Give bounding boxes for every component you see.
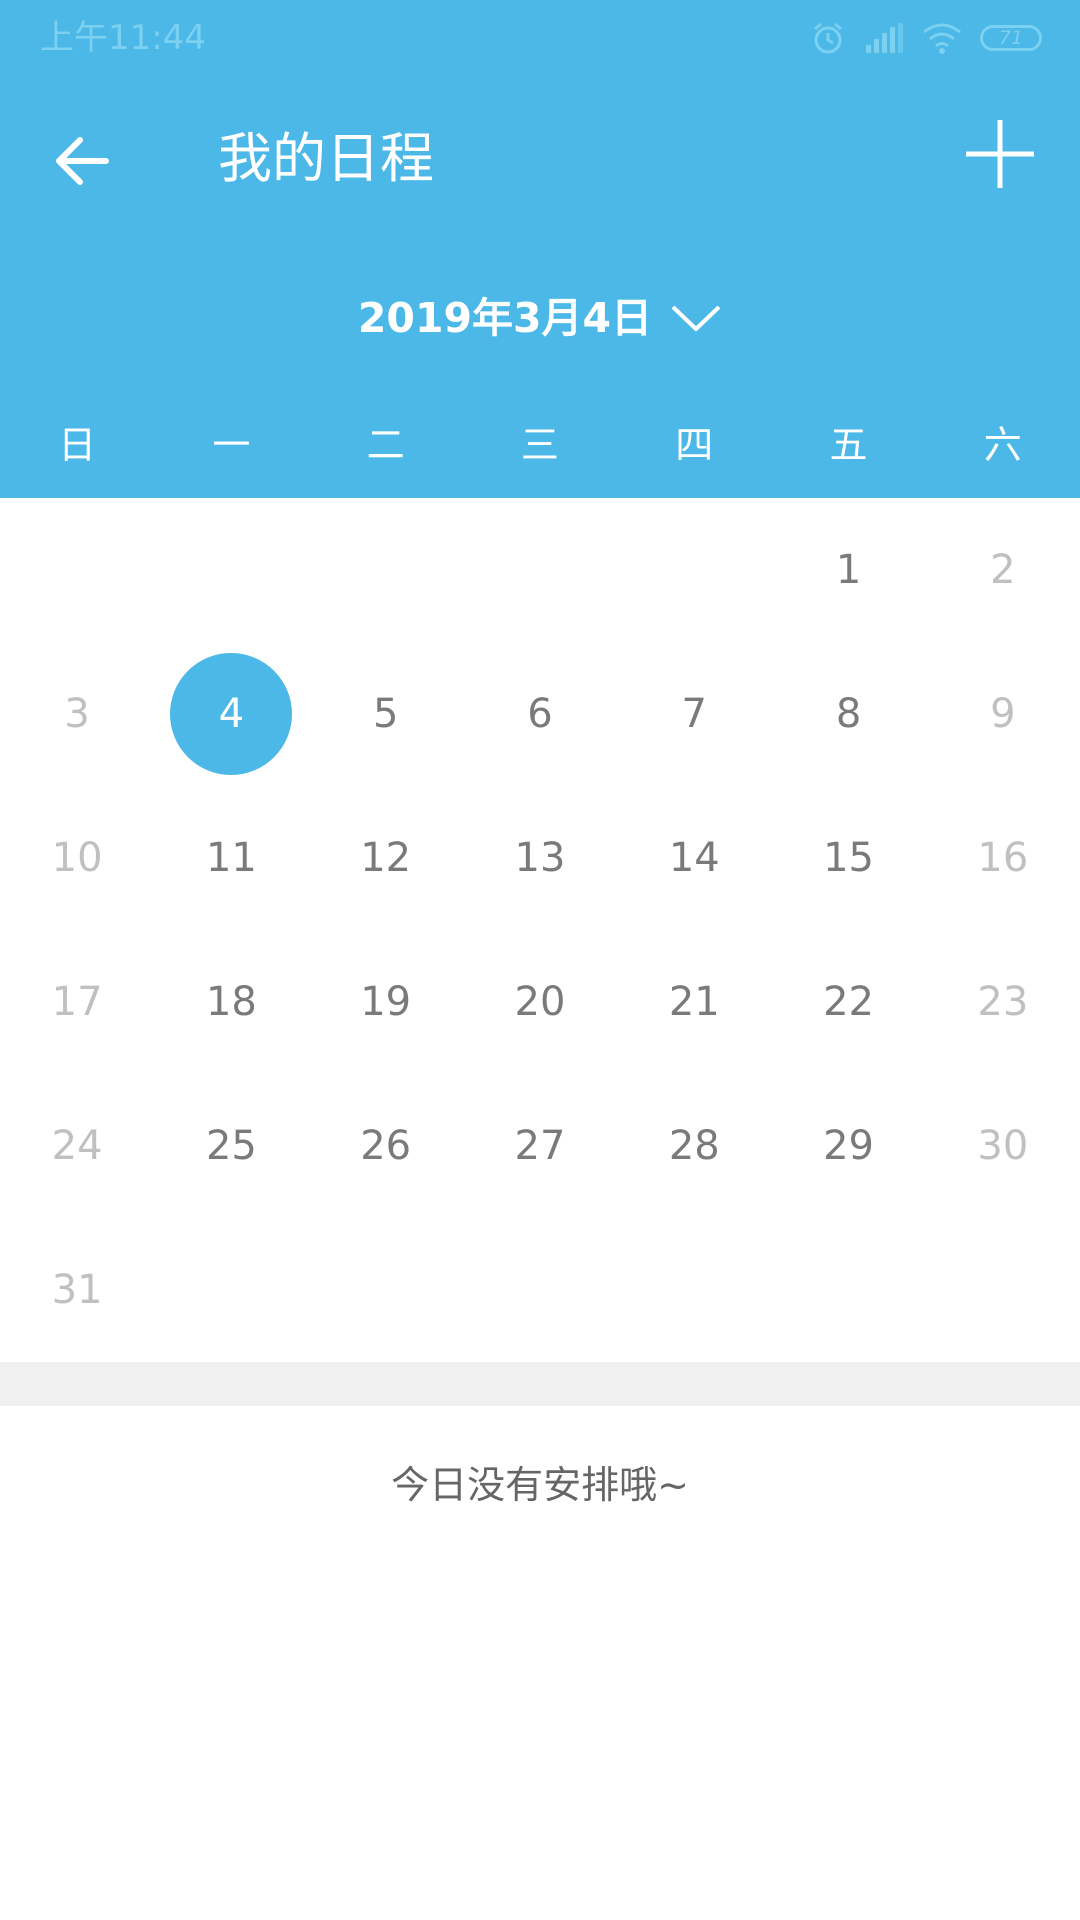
weekday-wed: 三 [520,423,559,467]
signal-icon [864,23,904,53]
calendar-day-number: 20 [514,979,566,1025]
calendar-day[interactable]: 29 [771,1074,925,1218]
calendar-day[interactable]: 23 [926,930,1080,1074]
weekday-sun: 日 [58,423,97,467]
arrow-left-icon [56,137,109,185]
calendar-day[interactable]: 19 [309,930,463,1074]
weekday-mon: 一 [212,423,251,467]
calendar-day-number: 9 [990,691,1016,737]
calendar-day[interactable]: 21 [617,930,771,1074]
calendar-day-number: 19 [360,979,412,1025]
calendar-day-number: 14 [668,835,720,881]
status-time: 上午11:44 [40,18,206,58]
calendar-day-number: 17 [51,979,103,1025]
calendar-day[interactable]: 24 [0,1074,154,1218]
calendar-day[interactable]: 17 [0,930,154,1074]
selected-date-label: 2019年3月4日 [357,294,653,342]
calendar-day[interactable]: 13 [463,786,617,930]
calendar-day-number: 11 [205,835,257,881]
weekday-sat: 六 [983,423,1022,467]
calendar-day[interactable]: 3 [0,642,154,786]
calendar-day[interactable]: 12 [309,786,463,930]
calendar-day[interactable]: 18 [154,930,308,1074]
plus-icon [966,120,1034,188]
schedule-screen: 上午11:44 71 我的日程 2019年3月4日 日 一 二 三 四 五 六 … [0,0,1080,1920]
calendar-day-number: 2 [990,547,1016,593]
add-schedule-button[interactable] [962,116,1038,192]
calendar-day[interactable]: 8 [771,642,925,786]
calendar-day[interactable]: 25 [154,1074,308,1218]
calendar-day[interactable]: 5 [309,642,463,786]
calendar-day-number: 29 [823,1123,874,1169]
calendar-day-number: 18 [205,979,257,1025]
weekday-fri: 五 [829,423,868,467]
calendar-day[interactable]: 11 [154,786,308,930]
calendar-day[interactable]: 31 [0,1218,154,1362]
calendar-day-number: 3 [64,691,90,737]
calendar-day[interactable]: 16 [926,786,1080,930]
calendar-day-number: 8 [835,691,862,737]
status-bar: 上午11:44 71 [0,0,1080,75]
calendar-day-number: 15 [823,835,874,881]
calendar-day-number: 31 [51,1267,103,1313]
calendar-day-number: 23 [977,979,1029,1025]
calendar-grid: 1 2 3 4 5 6 7 8 9 10 11 12 13 14 15 16 17 18 19 20 21 22 23 24 2… [0,498,1080,1362]
calendar-day-number: 25 [205,1123,257,1169]
calendar-day-number: 13 [514,835,566,881]
toolbar: 我的日程 [0,100,1080,220]
calendar-day-number: 24 [51,1123,103,1169]
calendar-day[interactable]: 20 [463,930,617,1074]
calendar-day-number: 30 [977,1123,1029,1169]
calendar-day-number: 12 [360,835,412,881]
calendar-day-number: 28 [668,1123,720,1169]
header: 上午11:44 71 我的日程 2019年3月4日 日 一 二 三 四 五 六 [0,0,1080,498]
status-icons: 71 [810,18,1042,58]
calendar-day-number: 4 [170,653,293,775]
page-title: 我的日程 [218,127,434,190]
weekday-tue: 二 [366,423,405,467]
back-button[interactable] [48,126,118,196]
calendar-day-number: 27 [514,1123,566,1169]
calendar-day[interactable]: 7 [617,642,771,786]
calendar-day[interactable]: 26 [309,1074,463,1218]
calendar-day[interactable]: 9 [926,642,1080,786]
date-selector[interactable]: 2019年3月4日 [0,285,1080,351]
battery-icon: 71 [980,25,1042,51]
calendar-day-number: 10 [51,835,103,881]
calendar-day[interactable]: 2 [926,498,1080,642]
calendar-day[interactable]: 22 [771,930,925,1074]
calendar-day-number: 26 [360,1123,412,1169]
weekday-thu: 四 [675,423,714,467]
calendar-day-number: 22 [823,979,874,1025]
wifi-icon [922,22,962,54]
calendar-day-number: 6 [527,691,553,737]
calendar-day-number: 21 [668,979,720,1025]
calendar-day[interactable]: 28 [617,1074,771,1218]
calendar-day[interactable]: 14 [617,786,771,930]
calendar-day[interactable]: 6 [463,642,617,786]
calendar-day[interactable]: 27 [463,1074,617,1218]
calendar-day[interactable]: 15 [771,786,925,930]
chevron-down-icon [671,305,721,331]
calendar-day-selected[interactable]: 4 [154,642,308,786]
calendar-day-number: 5 [372,691,399,737]
calendar-day-number: 7 [681,691,707,737]
calendar-day[interactable]: 30 [926,1074,1080,1218]
calendar-day-number: 16 [977,835,1029,881]
alarm-icon [810,20,846,56]
section-divider [0,1362,1080,1406]
weekday-header: 日 一 二 三 四 五 六 [0,410,1080,480]
empty-schedule-message: 今日没有安排哦~ [391,1463,689,1507]
calendar-day-number: 1 [835,547,862,593]
calendar-day[interactable]: 10 [0,786,154,930]
calendar-day[interactable]: 1 [771,498,925,642]
